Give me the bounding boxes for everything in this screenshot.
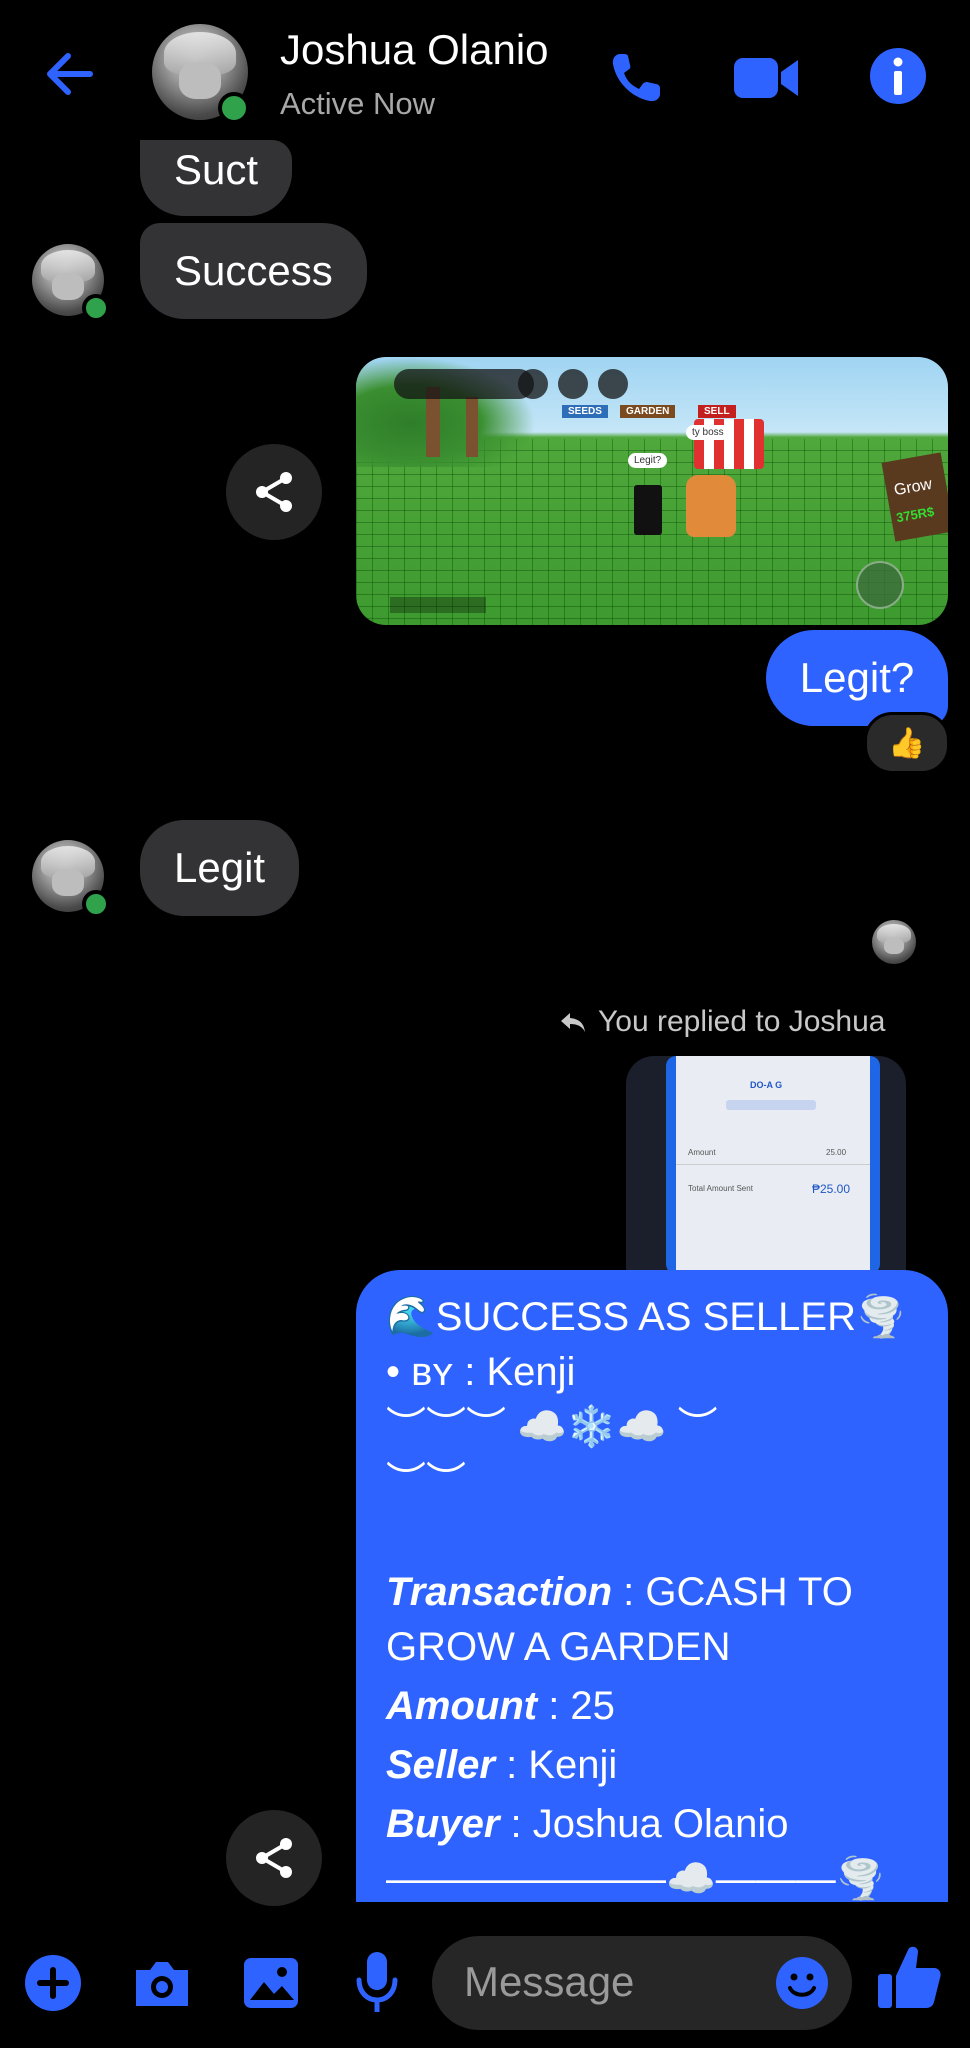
online-indicator: [82, 294, 110, 322]
card-footer: ———————☁️———🌪️: [386, 1857, 886, 1901]
amount-value: : 25: [537, 1684, 615, 1728]
seller-label: Seller: [386, 1743, 495, 1787]
mic-icon: [356, 1952, 398, 2012]
video-icon: [734, 58, 798, 98]
more-actions-button[interactable]: [22, 1952, 84, 2014]
emoji-icon: [776, 1957, 828, 2009]
share-button[interactable]: [226, 444, 322, 540]
info-button[interactable]: [866, 44, 930, 108]
message-text: Legit?: [799, 654, 915, 701]
active-status: Active Now: [280, 86, 436, 121]
message-text: Success: [174, 247, 333, 294]
reaction-badge[interactable]: 👍: [864, 712, 950, 774]
reply-icon: [561, 1013, 585, 1032]
back-arrow-icon: [47, 53, 93, 95]
camera-button[interactable]: [130, 1952, 194, 2014]
thumbs-up-reaction: 👍: [888, 726, 926, 760]
transaction-value-cont: GROW A GARDEN: [386, 1625, 731, 1669]
message-bubble-incoming[interactable]: Success: [140, 223, 367, 319]
info-icon: [870, 48, 926, 104]
gallery-icon: [244, 1958, 298, 2008]
game-tab-seeds: SEEDS: [562, 405, 608, 418]
voice-button[interactable]: [350, 1948, 404, 2018]
message-input-placeholder: Message: [464, 1958, 635, 2005]
emoji-button[interactable]: [774, 1955, 830, 2011]
card-amount-line: Amount : 25: [386, 1679, 946, 1734]
receipt-amount-label: Amount: [688, 1148, 716, 1157]
share-icon: [256, 472, 292, 512]
buyer-value: : Joshua Olanio: [499, 1802, 789, 1846]
thumbs-up-icon: [878, 1946, 941, 2008]
seen-indicator-avatar: [872, 920, 916, 964]
contact-name[interactable]: Joshua Olanio: [280, 26, 549, 74]
message-bubble-incoming[interactable]: Suct: [140, 140, 293, 216]
game-tab-sell: SELL: [698, 405, 736, 418]
reply-note-text: You replied to Joshua: [598, 1005, 886, 1038]
card-buyer-line: Buyer : Joshua Olanio: [386, 1797, 946, 1852]
transaction-value: : GCASH TO: [612, 1570, 853, 1614]
online-indicator: [218, 92, 250, 124]
message-input[interactable]: Message: [432, 1936, 852, 2030]
receipt-brand: DO-A G: [750, 1080, 783, 1090]
call-button[interactable]: [606, 46, 668, 108]
camera-icon: [136, 1962, 188, 2006]
card-transaction-line: Transaction : GCASH TO: [386, 1565, 946, 1620]
amount-label: Amount: [386, 1684, 538, 1728]
phone-icon: [612, 54, 660, 102]
receipt-total-label: Total Amount Sent: [688, 1184, 753, 1193]
like-button[interactable]: [874, 1940, 944, 2014]
buyer-label: Buyer: [386, 1802, 500, 1846]
receipt-amount-value: 25.00: [826, 1148, 847, 1157]
seller-value: : Kenji: [494, 1743, 618, 1787]
reply-indicator: You replied to Joshua: [558, 1002, 885, 1042]
receipt-total-value: ₱25.00: [812, 1182, 851, 1196]
transaction-label: Transaction: [386, 1570, 612, 1614]
game-chat-bubble: Legit?: [628, 453, 668, 468]
gallery-button[interactable]: [240, 1952, 302, 2014]
card-decoration: ︶︶︶ ☁️❄️☁️ ︶: [386, 1405, 718, 1449]
game-tab-garden: GARDEN: [620, 405, 676, 418]
message-bubble-incoming[interactable]: Legit: [140, 820, 300, 916]
card-by-line: • ʙʏ : Kenji: [386, 1350, 576, 1394]
message-text: Suct: [174, 146, 259, 193]
replied-photo-thumbnail[interactable]: DO-A G Amount 25.00 Total Amount Sent ₱2…: [626, 1056, 906, 1274]
share-button[interactable]: [226, 1810, 322, 1906]
card-decoration: ︶︶: [386, 1460, 466, 1504]
plus-icon: [25, 1955, 81, 2011]
message-text: Legit: [174, 844, 266, 891]
message-bubble-outgoing[interactable]: 🌊SUCCESS AS SELLER🌪️ • ʙʏ : Kenji ︶︶︶ ☁️…: [356, 1270, 948, 1902]
game-chat-bubble: ty boss: [686, 425, 730, 440]
shared-game-screenshot[interactable]: SEEDS GARDEN SELL ty boss Legit? Grow 37…: [356, 357, 948, 625]
card-seller-line: Seller : Kenji: [386, 1738, 946, 1793]
online-indicator: [82, 890, 110, 918]
video-call-button[interactable]: [732, 46, 802, 108]
back-button[interactable]: [40, 44, 110, 104]
share-icon: [256, 1838, 292, 1878]
card-title: 🌊SUCCESS AS SELLER🌪️: [386, 1295, 906, 1339]
